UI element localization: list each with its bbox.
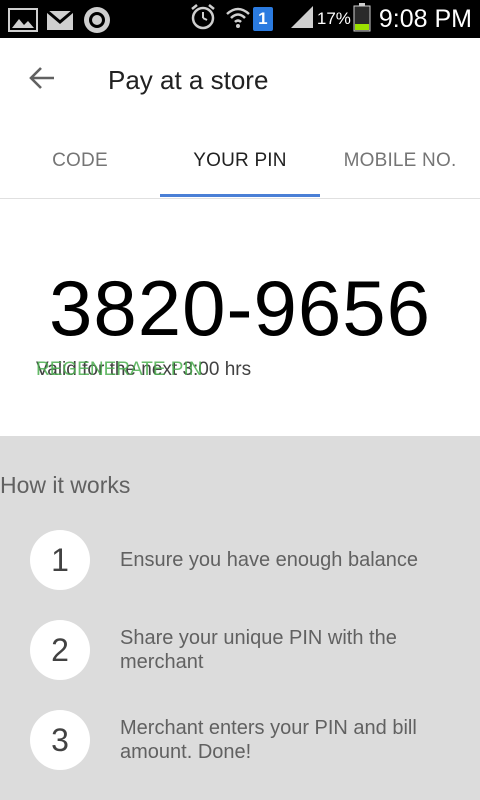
tab-mobile-no[interactable]: MOBILE NO. <box>320 124 480 198</box>
tab-your-pin[interactable]: YOUR PIN <box>160 124 320 198</box>
tab-bar: CODE YOUR PIN MOBILE NO. <box>0 124 480 199</box>
signal-icon <box>289 4 315 35</box>
active-tab-indicator <box>160 194 320 197</box>
step-text: Merchant enters your PIN and bill amount… <box>120 717 417 763</box>
app-bar: Pay at a store <box>0 38 480 124</box>
step-item: 1 Ensure you have enough balance <box>0 530 480 610</box>
arrow-back-icon <box>28 64 56 97</box>
page-title: Pay at a store <box>108 65 269 95</box>
gallery-icon <box>8 7 38 38</box>
status-time: 9:08 PM <box>378 4 472 33</box>
back-button[interactable] <box>22 60 62 100</box>
step-text: Ensure you have enough balance <box>120 549 419 571</box>
step-item: 3 Merchant enters your PIN and bill amou… <box>0 710 480 790</box>
status-bar: 1 17% 9:08 PM <box>0 0 480 38</box>
sim-badge: 1 <box>252 7 273 31</box>
step-item: 2 Share your unique PIN with the merchan… <box>0 620 480 700</box>
step-number-circle: 1 <box>30 530 90 590</box>
tab-code[interactable]: CODE <box>0 124 160 198</box>
step-text: Share your unique PIN with the merchant <box>120 627 397 673</box>
status-bar-notifications <box>8 5 120 40</box>
battery-icon <box>353 2 371 37</box>
pin-value: 3820-9656 <box>48 264 431 352</box>
how-it-works-section: How it works 1 Ensure you have enough ba… <box>0 436 480 800</box>
status-bar-system: 1 17% 9:08 PM <box>189 2 472 37</box>
how-it-works-title: How it works <box>0 472 131 498</box>
step-number-circle: 3 <box>30 710 90 770</box>
step-number-circle: 2 <box>30 620 90 680</box>
circle-app-icon <box>82 5 112 40</box>
alarm-icon <box>189 3 217 36</box>
regenerate-pin-button[interactable]: REGENERATE PIN <box>36 359 202 381</box>
wifi-icon <box>225 4 251 35</box>
pin-section: 3820-9656 Valid for the next 3:00 hrs RE… <box>0 199 480 436</box>
battery-percent: 17% <box>316 9 351 28</box>
gmail-icon <box>46 8 74 37</box>
